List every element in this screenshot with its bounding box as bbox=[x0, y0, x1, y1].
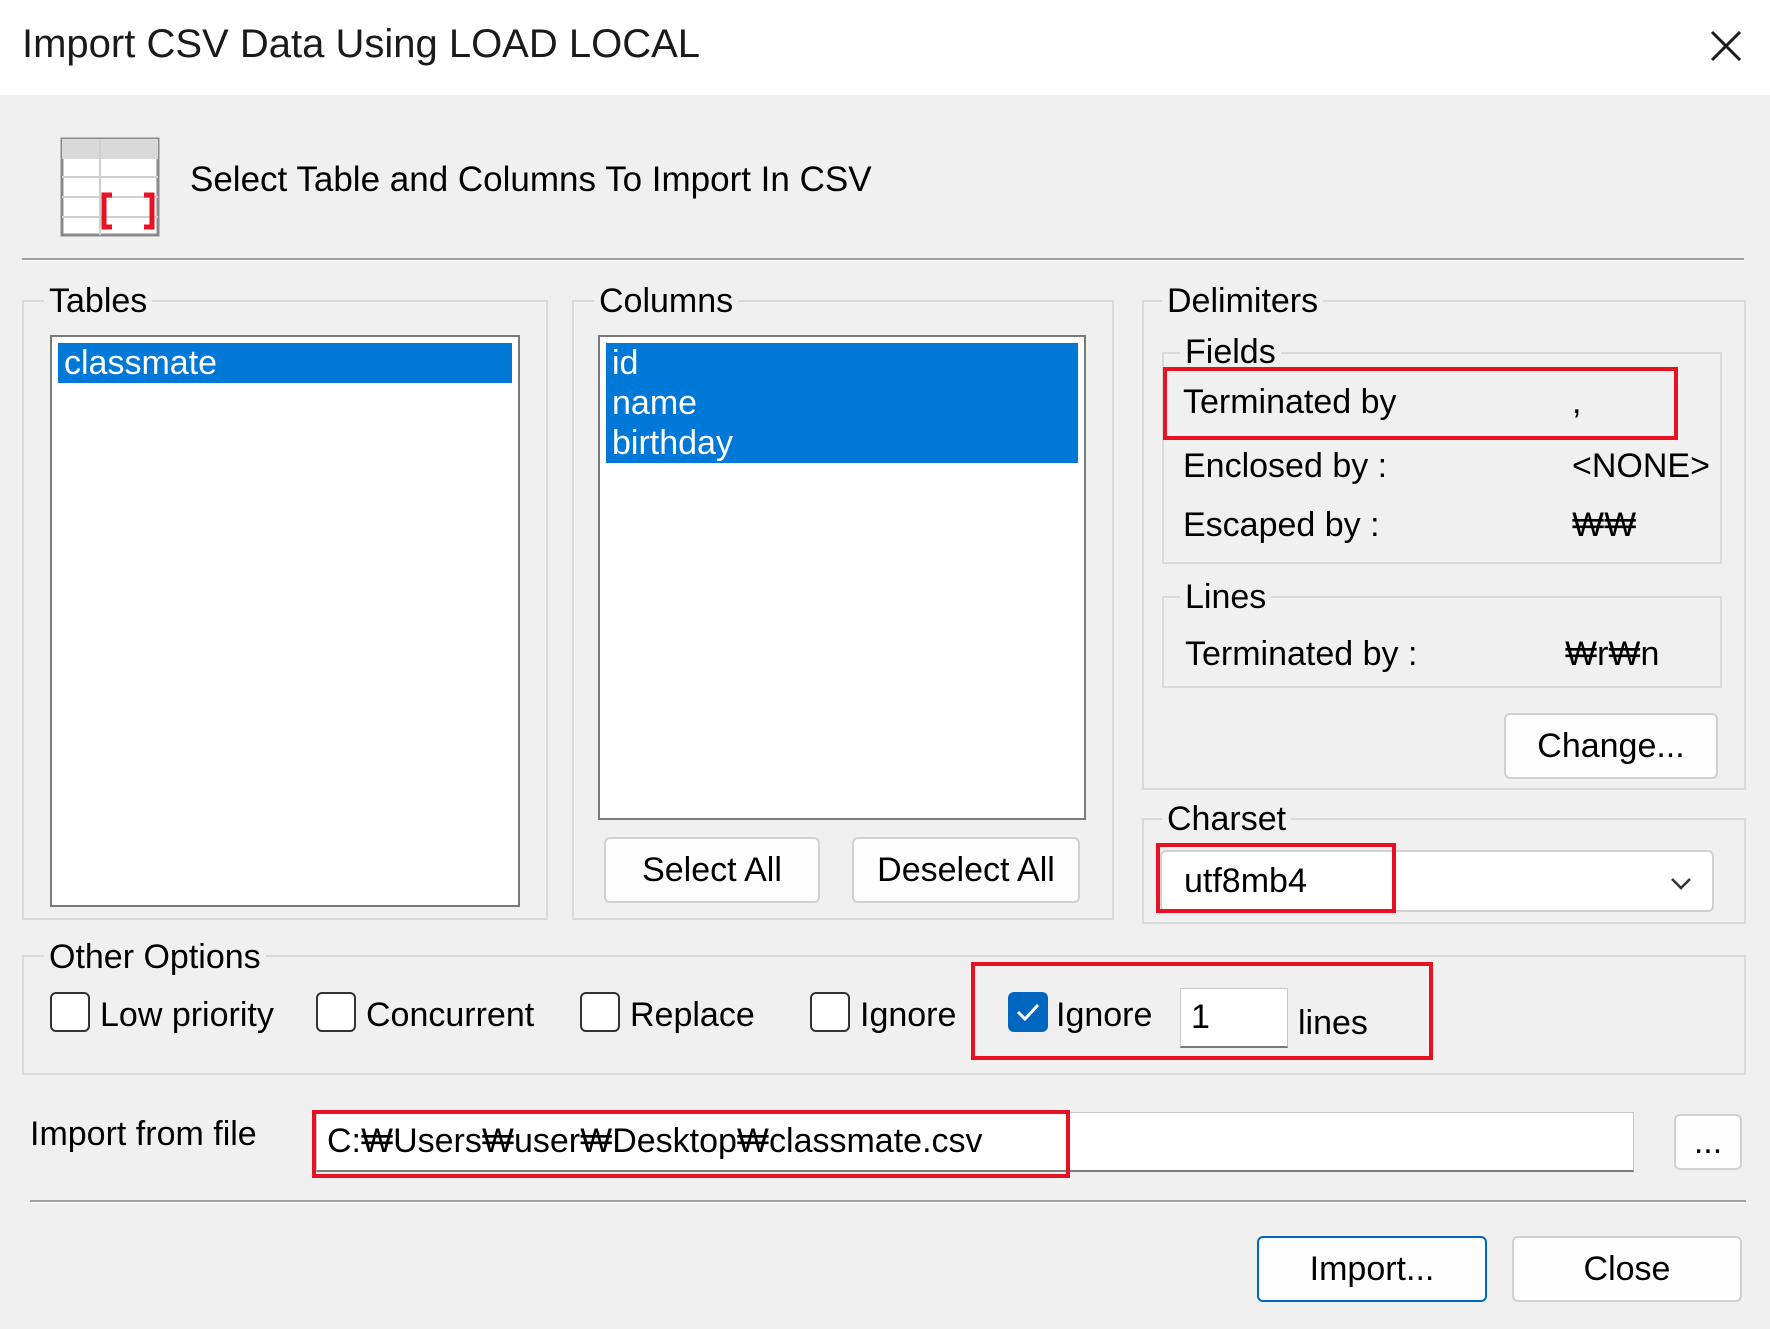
list-item[interactable]: id bbox=[606, 343, 1078, 383]
lines-terminated-value: ₩r₩n bbox=[1565, 635, 1660, 673]
change-delimiters-button[interactable]: Change... bbox=[1504, 713, 1718, 779]
import-button[interactable]: Import... bbox=[1257, 1236, 1487, 1302]
table-import-icon bbox=[60, 137, 160, 237]
highlight-box bbox=[1156, 843, 1396, 913]
fields-enclosed-value: <NONE> bbox=[1572, 447, 1710, 485]
list-item[interactable]: name bbox=[606, 383, 1078, 423]
fields-terminated-value: , bbox=[1572, 383, 1582, 421]
ignore-label[interactable]: Ignore bbox=[860, 996, 956, 1035]
replace-checkbox[interactable] bbox=[580, 992, 620, 1032]
window-title: Import CSV Data Using LOAD LOCAL bbox=[22, 22, 701, 66]
lines-legend: Lines bbox=[1180, 578, 1272, 617]
close-button[interactable]: Close bbox=[1512, 1236, 1742, 1302]
header-divider bbox=[22, 258, 1744, 261]
header-text: Select Table and Columns To Import In CS… bbox=[190, 160, 872, 199]
highlight-box bbox=[971, 962, 1433, 1060]
footer-divider bbox=[30, 1200, 1746, 1203]
tables-listbox[interactable]: classmate bbox=[50, 335, 520, 907]
concurrent-checkbox[interactable] bbox=[316, 992, 356, 1032]
browse-file-button[interactable]: ... bbox=[1674, 1114, 1742, 1170]
fields-escaped-value: ₩₩ bbox=[1572, 506, 1637, 544]
deselect-all-button[interactable]: Deselect All bbox=[852, 837, 1080, 903]
other-options-legend: Other Options bbox=[44, 938, 266, 977]
charset-legend: Charset bbox=[1162, 800, 1292, 839]
low-priority-checkbox[interactable] bbox=[50, 992, 90, 1032]
chevron-down-icon bbox=[1666, 868, 1696, 898]
columns-listbox[interactable]: id name birthday bbox=[598, 335, 1086, 820]
highlight-box bbox=[312, 1110, 1070, 1178]
concurrent-label[interactable]: Concurrent bbox=[366, 996, 534, 1035]
list-item[interactable]: classmate bbox=[58, 343, 512, 383]
delimiters-legend: Delimiters bbox=[1162, 282, 1324, 321]
columns-legend: Columns bbox=[594, 282, 739, 321]
select-all-button[interactable]: Select All bbox=[604, 837, 820, 903]
fields-enclosed-label: Enclosed by : bbox=[1183, 447, 1388, 485]
ignore-checkbox[interactable] bbox=[810, 992, 850, 1032]
close-icon bbox=[1710, 30, 1742, 62]
tables-legend: Tables bbox=[44, 282, 153, 321]
lines-terminated-label: Terminated by : bbox=[1185, 635, 1418, 673]
list-item[interactable]: birthday bbox=[606, 423, 1078, 463]
replace-label[interactable]: Replace bbox=[630, 996, 755, 1035]
low-priority-label[interactable]: Low priority bbox=[100, 996, 274, 1035]
import-file-label: Import from file bbox=[30, 1115, 257, 1153]
fields-terminated-label: Terminated by bbox=[1183, 383, 1397, 421]
fields-escaped-label: Escaped by : bbox=[1183, 506, 1380, 544]
close-window-button[interactable] bbox=[1696, 16, 1756, 76]
